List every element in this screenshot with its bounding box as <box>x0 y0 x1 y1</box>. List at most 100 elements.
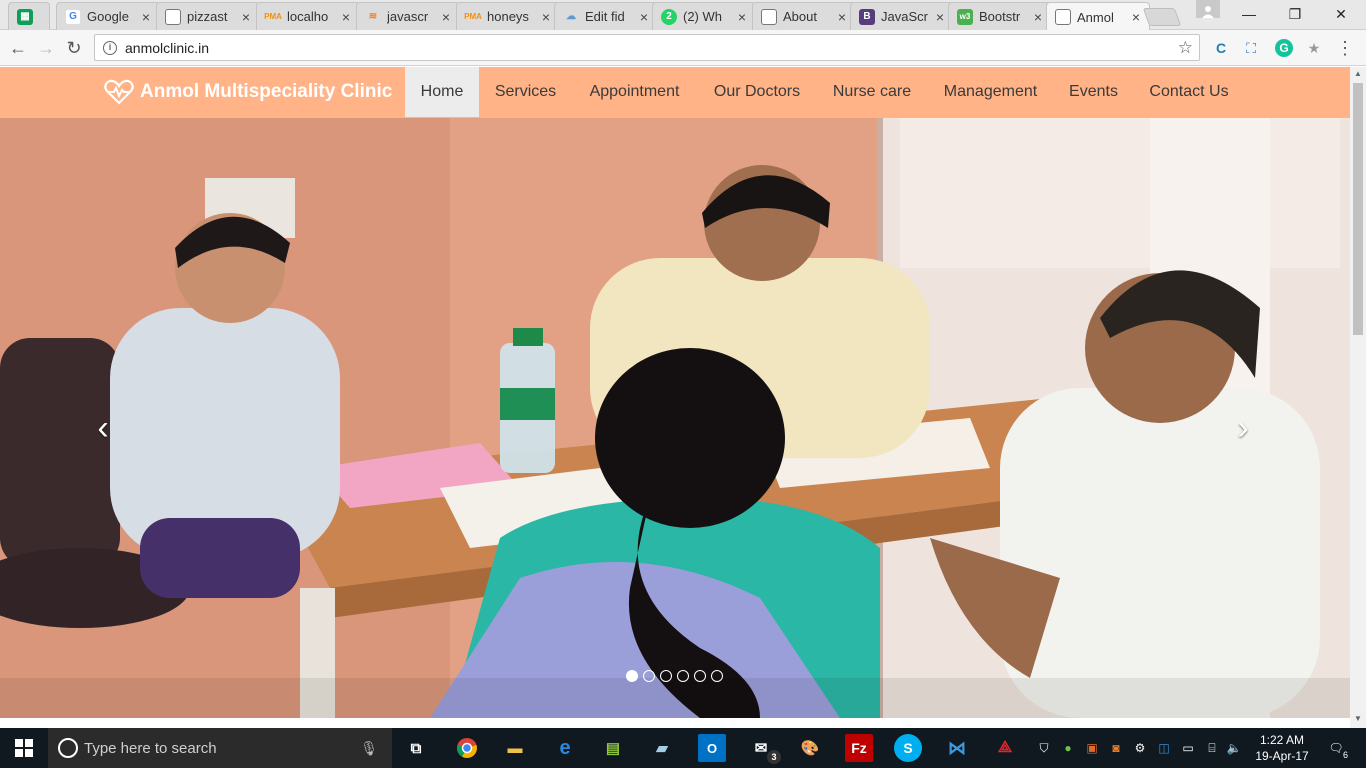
nav-contact-us[interactable]: Contact Us <box>1133 67 1245 117</box>
start-button[interactable] <box>0 728 48 768</box>
task-view-icon[interactable]: ⧉ <box>402 734 430 762</box>
info-icon[interactable]: i <box>103 40 117 55</box>
restore-button[interactable]: ❐ <box>1272 0 1318 28</box>
tab-title: JavaScr <box>881 9 928 24</box>
edge-icon[interactable]: e <box>551 734 579 762</box>
nav-events[interactable]: Events <box>1054 67 1133 117</box>
file-explorer-icon[interactable]: ▬ <box>501 734 529 762</box>
tab-title: honeys <box>487 9 529 24</box>
address-bar[interactable]: i anmolclinic.in ☆ <box>94 34 1200 61</box>
brand-name: Anmol Multispeciality Clinic <box>140 81 393 102</box>
close-icon[interactable]: × <box>1127 9 1145 25</box>
carousel-indicator[interactable] <box>694 670 706 682</box>
forward-button[interactable]: → <box>34 36 58 60</box>
carousel-next-button[interactable]: › <box>1228 408 1258 448</box>
extension-star-icon[interactable]: ★ <box>1305 39 1323 57</box>
carousel-prev-button[interactable]: ‹ <box>88 408 118 448</box>
page-scrollbar[interactable]: ▲ ▼ <box>1350 67 1366 728</box>
outlook-icon[interactable]: O <box>698 734 726 762</box>
close-icon[interactable]: × <box>1029 9 1047 25</box>
browser-tab[interactable]: w3 Bootstr × <box>948 2 1052 30</box>
clinic-consultation-photo <box>0 118 1350 718</box>
taskbar-search[interactable]: Type here to search 🎙 <box>48 728 392 768</box>
close-icon[interactable]: × <box>237 9 255 25</box>
browser-tab[interactable]: About × <box>752 2 856 30</box>
profile-button[interactable] <box>1196 0 1220 18</box>
browser-tab[interactable]: PMA localho × <box>256 2 360 30</box>
close-icon[interactable]: × <box>137 9 155 25</box>
security-tray-icon[interactable]: ⛉ <box>1034 728 1054 768</box>
volume-icon[interactable]: 🔈 <box>1224 728 1244 768</box>
windows-logo-icon <box>15 739 33 757</box>
chrome-icon[interactable] <box>453 734 481 762</box>
menu-icon[interactable]: ⋮ <box>1336 38 1354 58</box>
nav-appointment[interactable]: Appointment <box>572 67 697 117</box>
carousel-indicator[interactable] <box>626 670 638 682</box>
carousel-indicator[interactable] <box>643 670 655 682</box>
browser-tab[interactable]: pizzast × <box>156 2 260 30</box>
carousel-indicator[interactable] <box>677 670 689 682</box>
nav-management[interactable]: Management <box>927 67 1054 117</box>
network-settings-tray-icon[interactable]: ⚙ <box>1130 728 1150 768</box>
action-center-icon[interactable]: 🗨 6 <box>1322 728 1350 768</box>
cloud-icon: ☁ <box>566 11 576 22</box>
site-brand[interactable]: Anmol Multispeciality Clinic <box>104 79 392 105</box>
minimize-button[interactable]: — <box>1226 0 1272 28</box>
browser-tab[interactable]: ≋ javascr × <box>356 2 460 30</box>
carousel-indicator[interactable] <box>660 670 672 682</box>
back-button[interactable]: ← <box>6 36 30 60</box>
close-icon[interactable]: × <box>337 9 355 25</box>
acrobat-icon[interactable]: ⟁ <box>991 734 1019 762</box>
network-icon[interactable]: ⌸ <box>1202 728 1222 768</box>
browser-tab[interactable]: ☁ Edit fid × <box>554 2 658 30</box>
stackoverflow-icon: ≋ <box>368 11 378 22</box>
screenshot-icon[interactable]: ⛶ <box>1242 39 1260 57</box>
close-icon[interactable]: × <box>437 9 455 25</box>
browser-tab[interactable]: G Google × <box>56 2 160 30</box>
close-icon[interactable]: × <box>833 9 851 25</box>
microphone-icon[interactable]: 🎙 <box>360 740 378 757</box>
browser-tab[interactable]: ▦ <box>8 2 50 30</box>
paint-icon[interactable]: 🎨 <box>796 734 824 762</box>
visual-studio-icon[interactable]: ⋈ <box>943 734 971 762</box>
url-text[interactable]: anmolclinic.in <box>125 40 1178 56</box>
tab-title: localho <box>287 9 329 24</box>
excel-icon[interactable]: ▤ <box>599 734 627 762</box>
nav-nurse-care[interactable]: Nurse care <box>817 67 927 117</box>
close-icon[interactable]: × <box>733 9 751 25</box>
carousel-indicator[interactable] <box>711 670 723 682</box>
system-clock[interactable]: 1:22 AM 19-Apr-17 <box>1248 732 1316 764</box>
close-icon[interactable]: × <box>537 9 555 25</box>
app-tray-icon[interactable]: ● <box>1058 728 1078 768</box>
close-icon[interactable]: × <box>635 9 653 25</box>
mail-icon[interactable]: ✉ 3 <box>747 734 781 764</box>
outlook-tray-icon[interactable]: ◫ <box>1154 728 1174 768</box>
whatsapp-icon: 2 <box>661 8 677 25</box>
bookmark-star-icon[interactable]: ☆ <box>1178 38 1193 58</box>
browser-tab[interactable]: B JavaScr × <box>850 2 954 30</box>
nav-services[interactable]: Services <box>479 67 572 117</box>
reload-button[interactable]: ↻ <box>62 36 86 60</box>
new-tab-button[interactable] <box>1142 8 1182 26</box>
skype-icon[interactable]: S <box>894 734 922 762</box>
xampp-tray-icon[interactable]: ▣ <box>1082 728 1102 768</box>
bootstrap-icon: B <box>859 8 875 25</box>
scroll-down-arrow[interactable]: ▼ <box>1350 712 1366 726</box>
filezilla-icon[interactable]: Fz <box>845 734 873 762</box>
scrollbar-thumb[interactable] <box>1353 83 1363 335</box>
user-icon <box>1202 6 1214 18</box>
nav-home[interactable]: Home <box>405 67 479 117</box>
app2-tray-icon[interactable]: ◙ <box>1106 728 1126 768</box>
scroll-up-arrow[interactable]: ▲ <box>1350 67 1366 81</box>
notes-icon[interactable]: ▰ <box>648 734 676 762</box>
battery-icon[interactable]: ▭ <box>1178 728 1198 768</box>
browser-tab-active[interactable]: Anmol × <box>1046 2 1150 31</box>
close-window-button[interactable]: ✕ <box>1318 0 1364 28</box>
extension-c-icon[interactable]: C <box>1212 39 1230 57</box>
hero-carousel[interactable]: ‹ › <box>0 118 1350 718</box>
browser-tab[interactable]: 2 (2) Wh × <box>652 2 756 30</box>
nav-our-doctors[interactable]: Our Doctors <box>697 67 817 117</box>
browser-tab[interactable]: PMA honeys × <box>456 2 560 30</box>
grammarly-icon[interactable]: G <box>1275 39 1293 57</box>
close-icon[interactable]: × <box>931 9 949 25</box>
